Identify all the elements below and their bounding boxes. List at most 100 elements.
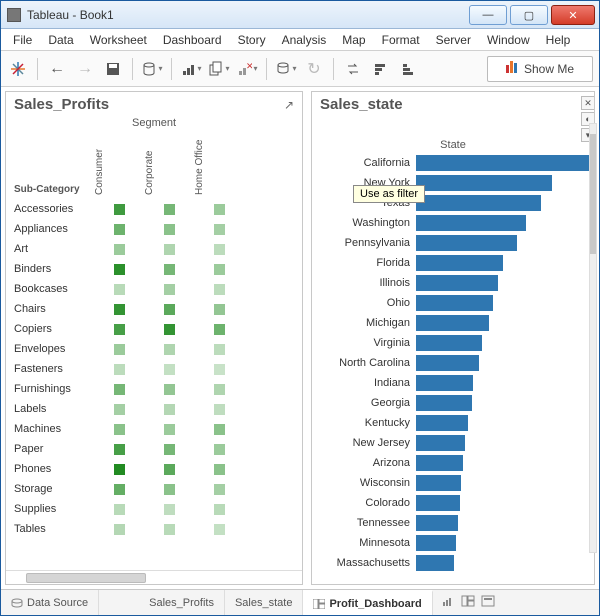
- heat-cell[interactable]: [194, 219, 244, 239]
- heat-cell[interactable]: [194, 459, 244, 479]
- heat-cell[interactable]: [194, 419, 244, 439]
- heat-cell[interactable]: [194, 519, 244, 539]
- minimize-button[interactable]: —: [469, 5, 507, 25]
- bar[interactable]: [416, 195, 541, 211]
- heat-cell[interactable]: [144, 379, 194, 399]
- bar[interactable]: [416, 415, 468, 431]
- bar[interactable]: [416, 555, 454, 571]
- bar-row[interactable]: Tennessee: [316, 513, 590, 533]
- heat-cell[interactable]: [94, 239, 144, 259]
- bar[interactable]: [416, 275, 498, 291]
- bar-row[interactable]: Massachusetts: [316, 553, 590, 573]
- heat-cell[interactable]: [194, 239, 244, 259]
- remove-pane-button[interactable]: ✕: [581, 96, 595, 110]
- menu-worksheet[interactable]: Worksheet: [84, 31, 153, 49]
- bar-row[interactable]: Virginia: [316, 333, 590, 353]
- show-me-button[interactable]: Show Me: [487, 56, 593, 82]
- heat-cell[interactable]: [144, 279, 194, 299]
- bar[interactable]: [416, 155, 590, 171]
- heat-cell[interactable]: [194, 259, 244, 279]
- heat-cell[interactable]: [94, 379, 144, 399]
- close-button[interactable]: ✕: [551, 5, 595, 25]
- bar[interactable]: [416, 215, 526, 231]
- duplicate-button[interactable]: ▾: [208, 58, 230, 80]
- bar[interactable]: [416, 355, 479, 371]
- menu-analysis[interactable]: Analysis: [276, 31, 333, 49]
- tab-profit-dashboard[interactable]: Profit_Dashboard: [303, 590, 432, 615]
- bar-row[interactable]: California: [316, 153, 590, 173]
- bar[interactable]: [416, 175, 552, 191]
- new-worksheet-button[interactable]: ▾: [180, 58, 202, 80]
- heat-cell[interactable]: [194, 379, 244, 399]
- sort-desc-button[interactable]: [398, 58, 420, 80]
- vertical-scrollbar[interactable]: [589, 123, 597, 553]
- bar-row[interactable]: Wisconsin: [316, 473, 590, 493]
- heat-cell[interactable]: [194, 339, 244, 359]
- heat-cell[interactable]: [194, 279, 244, 299]
- heat-cell[interactable]: [94, 339, 144, 359]
- menu-window[interactable]: Window: [481, 31, 536, 49]
- tab-sales-profits[interactable]: Sales_Profits: [139, 590, 225, 615]
- bar[interactable]: [416, 375, 473, 391]
- bar-row[interactable]: Georgia: [316, 393, 590, 413]
- heat-cell[interactable]: [144, 219, 194, 239]
- heat-cell[interactable]: [94, 319, 144, 339]
- new-dashboard-icon[interactable]: [461, 595, 475, 610]
- heat-cell[interactable]: [94, 199, 144, 219]
- horizontal-scrollbar[interactable]: [6, 570, 302, 584]
- bar[interactable]: [416, 295, 493, 311]
- swap-button[interactable]: [342, 58, 364, 80]
- heat-cell[interactable]: [94, 479, 144, 499]
- heat-cell[interactable]: [144, 359, 194, 379]
- bar-row[interactable]: Pennsylvania: [316, 233, 590, 253]
- bar-row[interactable]: Michigan: [316, 313, 590, 333]
- heat-cell[interactable]: [144, 319, 194, 339]
- heat-cell[interactable]: [144, 199, 194, 219]
- heat-cell[interactable]: [94, 219, 144, 239]
- bar[interactable]: [416, 515, 458, 531]
- tab-data-source[interactable]: Data Source: [1, 590, 99, 615]
- bar-row[interactable]: Indiana: [316, 373, 590, 393]
- pane-sales-state[interactable]: ✕ ◐ ▾ Sales_state State CaliforniaNew Yo…: [311, 91, 595, 585]
- heat-cell[interactable]: [144, 239, 194, 259]
- tab-sales-state[interactable]: Sales_state: [225, 590, 303, 615]
- bar[interactable]: [416, 535, 456, 551]
- heat-cell[interactable]: [94, 299, 144, 319]
- heat-cell[interactable]: [144, 259, 194, 279]
- heat-cell[interactable]: [144, 439, 194, 459]
- logo-icon[interactable]: [7, 58, 29, 80]
- menu-format[interactable]: Format: [376, 31, 426, 49]
- menu-map[interactable]: Map: [336, 31, 371, 49]
- bar-row[interactable]: Ohio: [316, 293, 590, 313]
- sort-asc-button[interactable]: [370, 58, 392, 80]
- heat-cell[interactable]: [94, 279, 144, 299]
- bar[interactable]: [416, 395, 472, 411]
- bar-row[interactable]: Colorado: [316, 493, 590, 513]
- heat-cell[interactable]: [144, 479, 194, 499]
- forward-button[interactable]: →: [74, 58, 96, 80]
- bar-row[interactable]: Kentucky: [316, 413, 590, 433]
- bar[interactable]: [416, 235, 517, 251]
- pane-sales-profits[interactable]: Sales_Profits ↗ Segment Sub-CategoryCons…: [5, 91, 303, 585]
- go-to-sheet-icon[interactable]: ↗: [284, 98, 294, 112]
- menu-dashboard[interactable]: Dashboard: [157, 31, 228, 49]
- save-button[interactable]: [102, 58, 124, 80]
- bar[interactable]: [416, 475, 461, 491]
- heatmap-grid[interactable]: Sub-CategoryConsumerCorporateHome Office…: [6, 129, 302, 543]
- heat-cell[interactable]: [94, 499, 144, 519]
- bar[interactable]: [416, 315, 489, 331]
- heat-cell[interactable]: [144, 299, 194, 319]
- datasource-button[interactable]: ▾: [141, 58, 163, 80]
- menu-story[interactable]: Story: [232, 31, 272, 49]
- heat-cell[interactable]: [144, 419, 194, 439]
- heat-cell[interactable]: [144, 399, 194, 419]
- clear-button[interactable]: ✕▾: [236, 58, 258, 80]
- heat-cell[interactable]: [194, 499, 244, 519]
- heat-cell[interactable]: [194, 399, 244, 419]
- heat-cell[interactable]: [94, 359, 144, 379]
- bar-row[interactable]: Washington: [316, 213, 590, 233]
- autoupdate-button[interactable]: ▾: [275, 58, 297, 80]
- new-story-icon[interactable]: [481, 595, 495, 610]
- menu-help[interactable]: Help: [540, 31, 577, 49]
- heat-cell[interactable]: [94, 399, 144, 419]
